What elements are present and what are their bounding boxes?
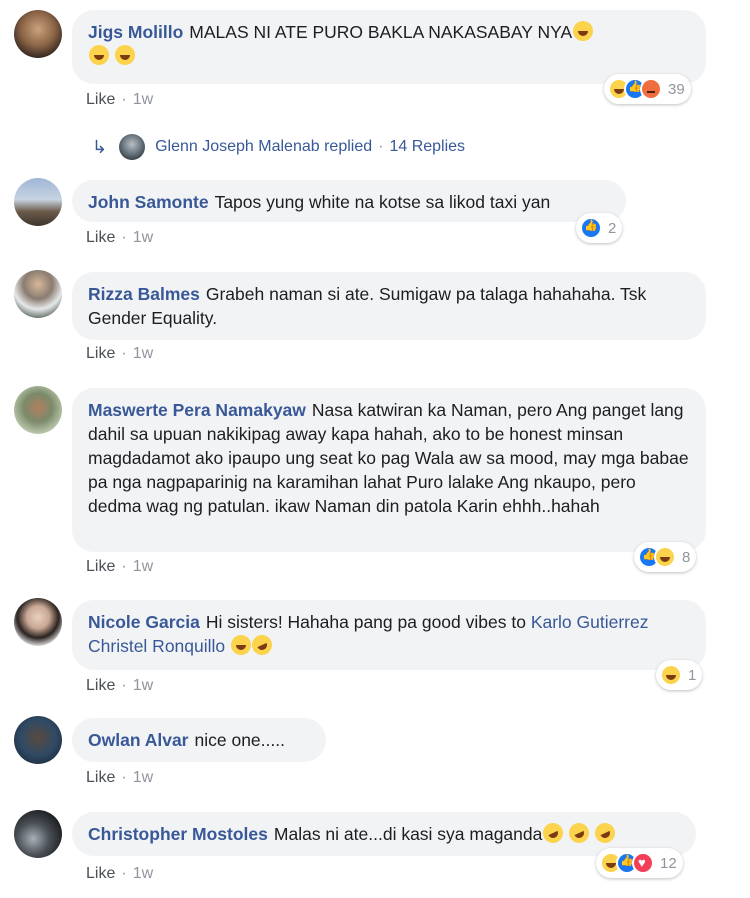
haha-icon [660,664,682,686]
rofl-emoji-icon [540,819,567,847]
timestamp[interactable]: 1w [133,558,153,576]
laughing-emoji-icon [114,45,135,65]
like-button[interactable]: Like [86,229,115,247]
comment-author[interactable]: John Samonte [88,192,209,212]
comment-actions: Like · 1w [86,229,154,247]
replier-name[interactable]: Glenn Joseph Malenab replied [155,138,372,156]
timestamp[interactable]: 1w [133,229,153,247]
reaction-summary[interactable]: 2 [576,213,623,243]
reaction-summary[interactable]: 12 [596,848,683,878]
view-replies-link[interactable]: ↳ Glenn Joseph Malenab replied · 14 Replie… [92,134,465,160]
comment-actions: Like · 1w [86,345,154,363]
like-button[interactable]: Like [86,865,115,883]
comment-actions: Like · 1w [86,91,154,109]
laughing-emoji-icon [89,45,109,65]
comment-author[interactable]: Christopher Mostoles [88,824,268,844]
like-button[interactable]: Like [86,769,115,787]
comment-bubble: John Samonte Tapos yung white na kotse sa… [72,180,626,222]
comment-actions: Like · 1w [86,558,154,576]
comment-actions: Like · 1w [86,865,154,883]
avatar[interactable] [14,270,62,318]
laughing-emoji-icon [573,21,594,41]
comment-author[interactable]: Maswerte Pera Namakyaw [88,400,306,420]
rofl-emoji-icon [248,631,276,659]
avatar[interactable] [14,716,62,764]
avatar [119,134,146,160]
comment-actions: Like · 1w [86,769,154,787]
reaction-summary[interactable]: 39 [604,74,691,104]
comment-bubble: Maswerte Pera Namakyaw Nasa katwiran ka N… [72,388,706,552]
timestamp[interactable]: 1w [133,865,153,883]
comment-author[interactable]: Nicole Garcia [88,612,200,632]
mention-link[interactable]: Karlo Gutierrez [531,612,649,632]
comment-bubble: Nicole Garcia Hi sisters! Hahaha pang pa … [72,600,706,670]
comment-text: Malas ni ate...di kasi sya maganda [273,824,543,844]
like-button[interactable]: Like [86,677,115,695]
reaction-count: 1 [688,666,697,684]
like-button[interactable]: Like [86,91,115,109]
avatar[interactable] [14,178,62,226]
timestamp[interactable]: 1w [133,769,153,787]
comment-text: MALAS NI ATE PURO BAKLA NAKASABAY NYA [189,22,573,42]
reaction-count: 39 [668,80,685,98]
timestamp[interactable]: 1w [133,345,153,363]
comment-bubble: Jigs Molillo MALAS NI ATE PURO BAKLA NAKA… [72,10,706,84]
comment-text: Hi sisters! Hahaha pang pa good vibes to [205,612,526,632]
like-icon [580,217,602,239]
avatar[interactable] [14,10,62,58]
timestamp[interactable]: 1w [133,91,153,109]
comment-bubble: Rizza Balmes Grabeh naman si ate. Sumigaw… [72,272,706,340]
reply-count[interactable]: 14 Replies [389,138,465,156]
reaction-count: 12 [660,854,677,872]
comment-text: nice one..... [194,730,285,750]
reaction-count: 8 [682,548,691,566]
avatar[interactable] [14,598,62,646]
comment-author[interactable]: Rizza Balmes [88,284,200,304]
like-button[interactable]: Like [86,345,115,363]
like-button[interactable]: Like [86,558,115,576]
rofl-emoji-icon [591,819,619,847]
comment-author[interactable]: Jigs Molillo [88,22,183,42]
angry-icon [640,78,662,100]
avatar[interactable] [14,386,62,434]
mention-link[interactable]: Christel Ronquillo [88,636,225,656]
reaction-count: 2 [608,219,617,237]
comment-text: Tapos yung white na kotse sa likod taxi … [214,192,551,212]
haha-icon [654,546,676,568]
avatar[interactable] [14,810,62,858]
comment-author[interactable]: Owlan Alvar [88,730,189,750]
reaction-summary[interactable]: 8 [634,542,697,572]
reply-arrow-icon: ↳ [92,136,108,157]
laughing-emoji-icon [231,635,252,655]
comment-bubble: Owlan Alvar nice one..... [72,718,326,762]
reaction-summary[interactable]: 1 [656,660,703,690]
timestamp[interactable]: 1w [133,677,153,695]
rofl-emoji-icon [565,819,593,847]
comment-actions: Like · 1w [86,677,154,695]
love-icon [632,852,654,874]
